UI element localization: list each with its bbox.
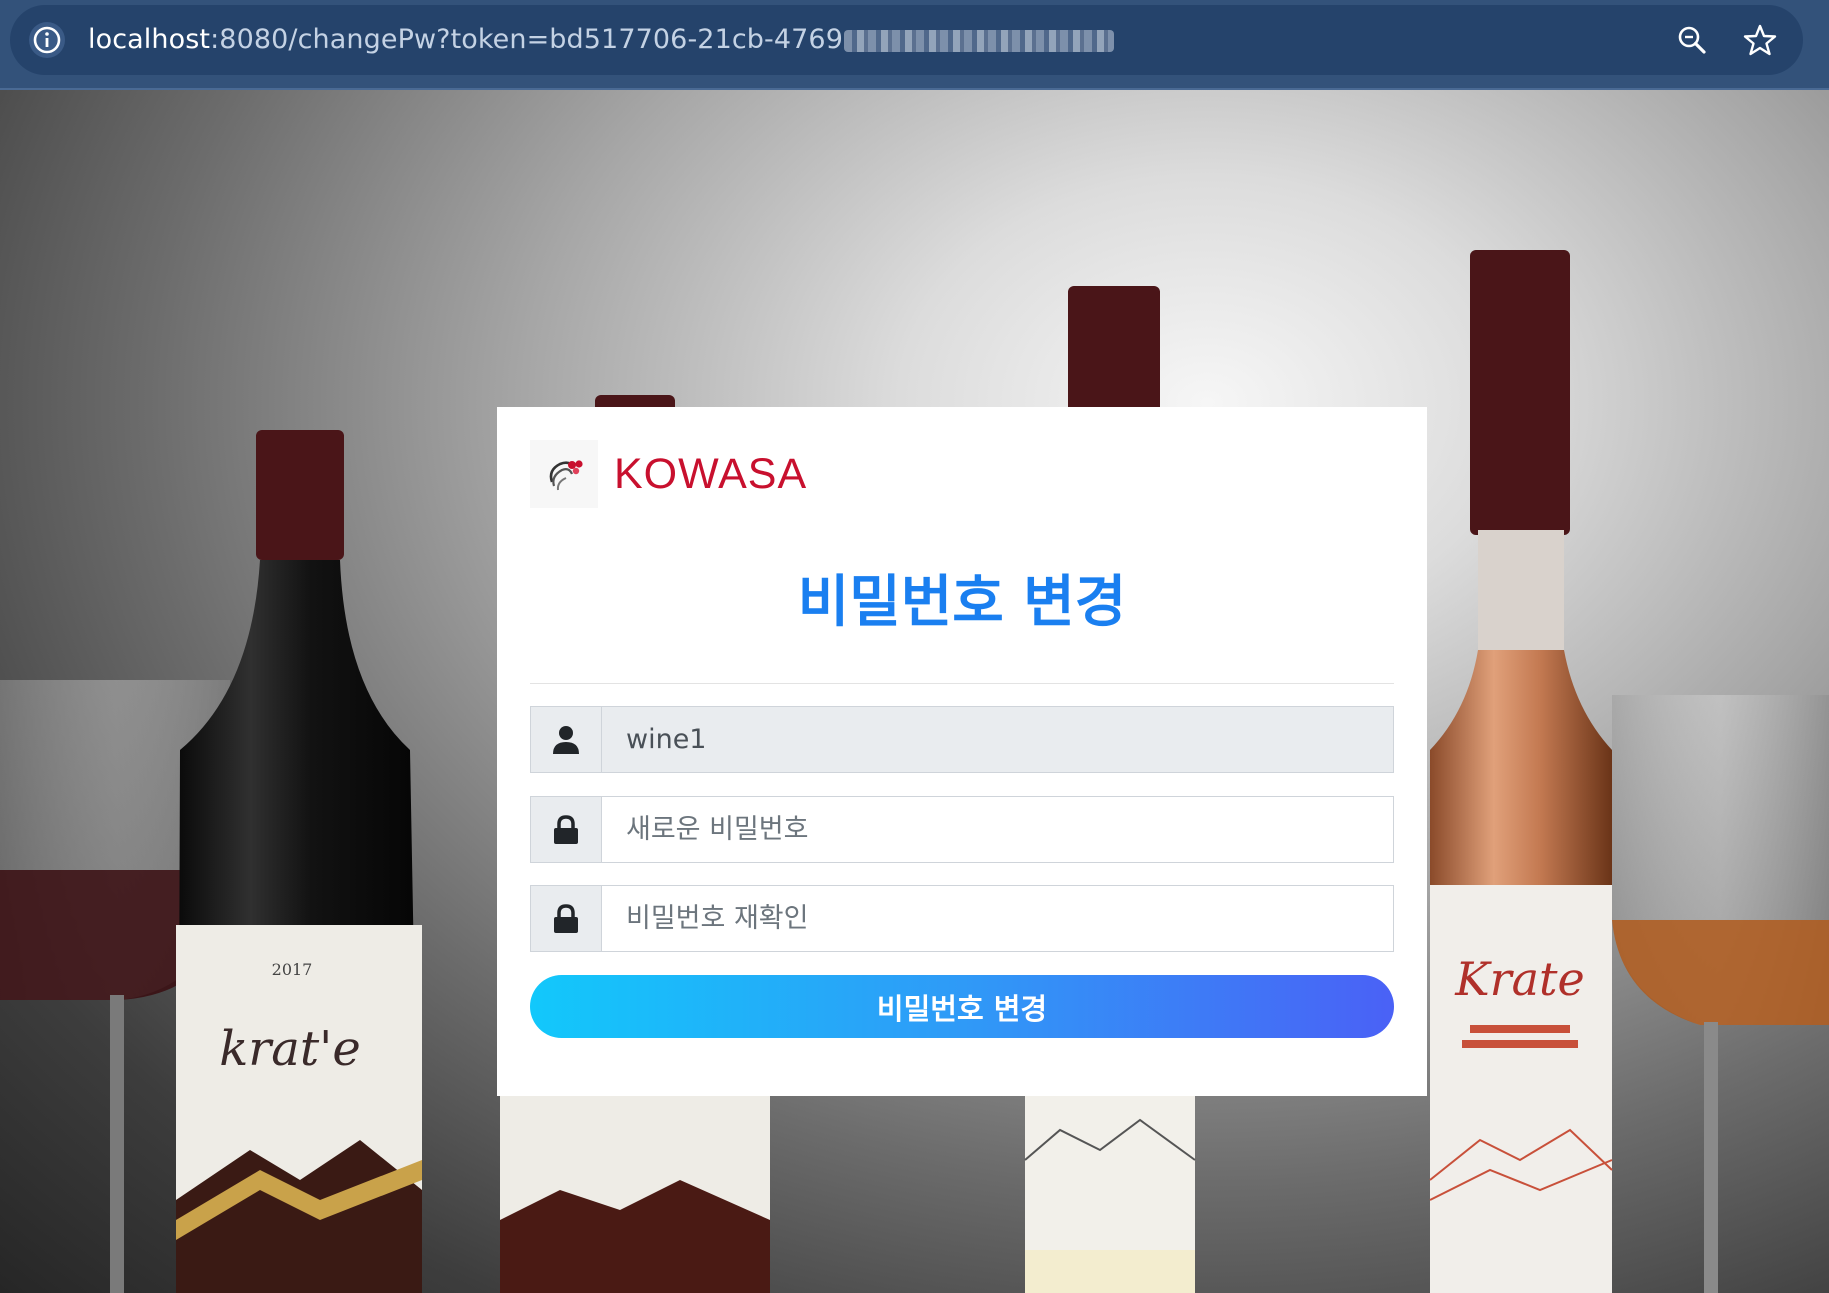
svg-text:krat'e: krat'e xyxy=(219,1021,361,1077)
svg-text:2017: 2017 xyxy=(272,960,313,979)
zoom-icon[interactable] xyxy=(1674,22,1710,58)
url-text[interactable]: localhost:8080/changePw?token=bd517706-2… xyxy=(88,5,1114,75)
divider xyxy=(530,683,1394,684)
username-field xyxy=(530,706,1394,773)
brand-name: KOWASA xyxy=(614,449,808,498)
new-password-field xyxy=(530,796,1394,863)
lock-icon xyxy=(531,797,602,862)
confirm-password-field xyxy=(530,885,1394,952)
url-redacted-region xyxy=(844,29,1114,52)
kowasa-logo-icon xyxy=(530,440,598,508)
svg-text:Krate: Krate xyxy=(1454,952,1585,1006)
info-icon[interactable] xyxy=(29,22,65,58)
change-password-card: KOWASA 비밀번호 변경 비밀번호 변경 xyxy=(497,407,1427,1096)
confirm-password-input[interactable] xyxy=(602,886,1393,951)
url-host: localhost xyxy=(88,24,211,55)
lock-icon xyxy=(531,886,602,951)
bookmark-star-icon[interactable] xyxy=(1742,22,1778,58)
user-icon xyxy=(531,707,602,772)
browser-toolbar: localhost:8080/changePw?token=bd517706-2… xyxy=(0,0,1829,90)
change-password-button[interactable]: 비밀번호 변경 xyxy=(530,975,1394,1038)
new-password-input[interactable] xyxy=(602,797,1393,862)
brand: KOWASA xyxy=(530,440,807,508)
username-input[interactable] xyxy=(602,707,1393,772)
address-bar[interactable]: localhost:8080/changePw?token=bd517706-2… xyxy=(10,5,1803,75)
page-title: 비밀번호 변경 xyxy=(797,570,1127,635)
url-path: :8080/changePw?token=bd517706-21cb-4769 xyxy=(210,24,843,55)
